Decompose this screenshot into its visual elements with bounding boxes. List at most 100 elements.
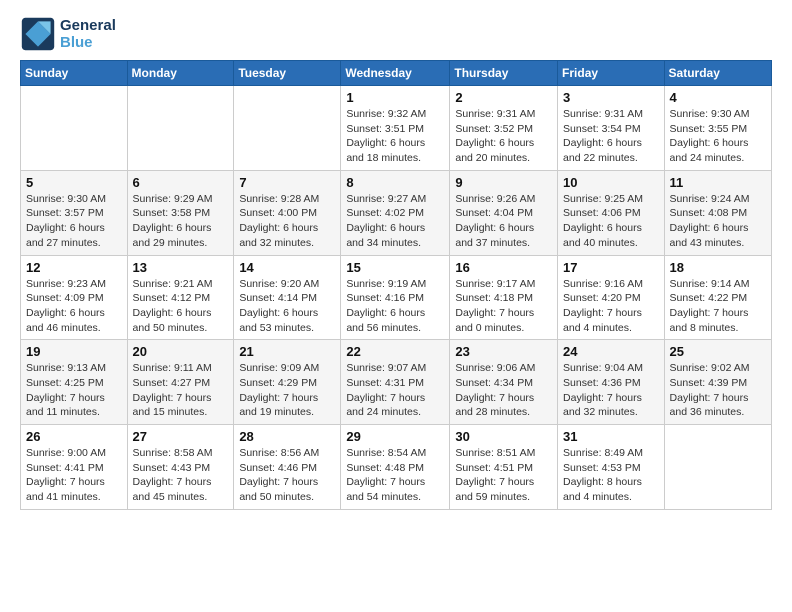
calendar-cell: 19 Sunrise: 9:13 AMSunset: 4:25 PMDayligh… bbox=[21, 340, 128, 425]
day-info: Sunrise: 9:13 AMSunset: 4:25 PMDaylight:… bbox=[26, 361, 122, 420]
page: General Blue SundayMondayTuesdayWednesda… bbox=[0, 0, 792, 530]
day-number: 10 bbox=[563, 175, 659, 190]
day-number: 7 bbox=[239, 175, 335, 190]
day-number: 30 bbox=[455, 429, 552, 444]
calendar-cell: 29 Sunrise: 8:54 AMSunset: 4:48 PMDayligh… bbox=[341, 425, 450, 510]
calendar-cell: 5 Sunrise: 9:30 AMSunset: 3:57 PMDaylight… bbox=[21, 170, 128, 255]
calendar-cell: 24Sunrise: 9:04 AMSunset: 4:36 PMDayligh… bbox=[558, 340, 665, 425]
calendar-cell: 8 Sunrise: 9:27 AMSunset: 4:02 PMDaylight… bbox=[341, 170, 450, 255]
calendar-header: SundayMondayTuesdayWednesdayThursdayFrid… bbox=[21, 61, 772, 86]
day-number: 6 bbox=[133, 175, 229, 190]
day-info: Sunrise: 8:58 AMSunset: 4:43 PMDaylight:… bbox=[133, 446, 229, 505]
calendar-cell: 4 Sunrise: 9:30 AMSunset: 3:55 PMDaylight… bbox=[664, 86, 771, 171]
week-row-4: 26Sunrise: 9:00 AMSunset: 4:41 PMDayligh… bbox=[21, 425, 772, 510]
day-info: Sunrise: 9:20 AMSunset: 4:14 PMDaylight:… bbox=[239, 277, 335, 336]
calendar-cell bbox=[234, 86, 341, 171]
calendar-cell bbox=[127, 86, 234, 171]
day-number: 12 bbox=[26, 260, 122, 275]
day-info: Sunrise: 9:30 AMSunset: 3:57 PMDaylight:… bbox=[26, 192, 122, 251]
day-info: Sunrise: 9:06 AMSunset: 4:34 PMDaylight:… bbox=[455, 361, 552, 420]
day-info: Sunrise: 8:54 AMSunset: 4:48 PMDaylight:… bbox=[346, 446, 444, 505]
day-number: 19 bbox=[26, 344, 122, 359]
day-info: Sunrise: 9:21 AMSunset: 4:12 PMDaylight:… bbox=[133, 277, 229, 336]
calendar-cell: 30 Sunrise: 8:51 AMSunset: 4:51 PMDayligh… bbox=[450, 425, 558, 510]
day-info: Sunrise: 9:07 AMSunset: 4:31 PMDaylight:… bbox=[346, 361, 444, 420]
weekday-header-thursday: Thursday bbox=[450, 61, 558, 86]
calendar-cell: 21Sunrise: 9:09 AMSunset: 4:29 PMDayligh… bbox=[234, 340, 341, 425]
day-info: Sunrise: 9:11 AMSunset: 4:27 PMDaylight:… bbox=[133, 361, 229, 420]
day-number: 15 bbox=[346, 260, 444, 275]
calendar-cell: 12 Sunrise: 9:23 AMSunset: 4:09 PMDayligh… bbox=[21, 255, 128, 340]
calendar-cell: 20Sunrise: 9:11 AMSunset: 4:27 PMDayligh… bbox=[127, 340, 234, 425]
weekday-header-friday: Friday bbox=[558, 61, 665, 86]
day-info: Sunrise: 9:28 AMSunset: 4:00 PMDaylight:… bbox=[239, 192, 335, 251]
weekday-row: SundayMondayTuesdayWednesdayThursdayFrid… bbox=[21, 61, 772, 86]
day-number: 8 bbox=[346, 175, 444, 190]
week-row-0: 1 Sunrise: 9:32 AMSunset: 3:51 PMDaylight… bbox=[21, 86, 772, 171]
day-info: Sunrise: 9:31 AMSunset: 3:54 PMDaylight:… bbox=[563, 107, 659, 166]
day-number: 4 bbox=[670, 90, 766, 105]
day-info: Sunrise: 8:51 AMSunset: 4:51 PMDaylight:… bbox=[455, 446, 552, 505]
calendar-cell bbox=[21, 86, 128, 171]
day-number: 31 bbox=[563, 429, 659, 444]
day-number: 24 bbox=[563, 344, 659, 359]
weekday-header-tuesday: Tuesday bbox=[234, 61, 341, 86]
day-info: Sunrise: 9:24 AMSunset: 4:08 PMDaylight:… bbox=[670, 192, 766, 251]
calendar-cell: 18 Sunrise: 9:14 AMSunset: 4:22 PMDayligh… bbox=[664, 255, 771, 340]
calendar-cell: 14 Sunrise: 9:20 AMSunset: 4:14 PMDayligh… bbox=[234, 255, 341, 340]
day-number: 5 bbox=[26, 175, 122, 190]
weekday-header-wednesday: Wednesday bbox=[341, 61, 450, 86]
week-row-3: 19 Sunrise: 9:13 AMSunset: 4:25 PMDayligh… bbox=[21, 340, 772, 425]
day-info: Sunrise: 8:49 AMSunset: 4:53 PMDaylight:… bbox=[563, 446, 659, 505]
calendar-cell: 11Sunrise: 9:24 AMSunset: 4:08 PMDayligh… bbox=[664, 170, 771, 255]
day-info: Sunrise: 9:32 AMSunset: 3:51 PMDaylight:… bbox=[346, 107, 444, 166]
day-number: 14 bbox=[239, 260, 335, 275]
calendar-cell: 26Sunrise: 9:00 AMSunset: 4:41 PMDayligh… bbox=[21, 425, 128, 510]
calendar-cell: 15Sunrise: 9:19 AMSunset: 4:16 PMDayligh… bbox=[341, 255, 450, 340]
weekday-header-sunday: Sunday bbox=[21, 61, 128, 86]
day-number: 2 bbox=[455, 90, 552, 105]
day-number: 1 bbox=[346, 90, 444, 105]
day-info: Sunrise: 9:26 AMSunset: 4:04 PMDaylight:… bbox=[455, 192, 552, 251]
day-info: Sunrise: 9:27 AMSunset: 4:02 PMDaylight:… bbox=[346, 192, 444, 251]
day-info: Sunrise: 8:56 AMSunset: 4:46 PMDaylight:… bbox=[239, 446, 335, 505]
day-info: Sunrise: 9:00 AMSunset: 4:41 PMDaylight:… bbox=[26, 446, 122, 505]
day-number: 28 bbox=[239, 429, 335, 444]
calendar-cell: 10 Sunrise: 9:25 AMSunset: 4:06 PMDayligh… bbox=[558, 170, 665, 255]
day-number: 18 bbox=[670, 260, 766, 275]
calendar-cell: 1 Sunrise: 9:32 AMSunset: 3:51 PMDaylight… bbox=[341, 86, 450, 171]
calendar-body: 1 Sunrise: 9:32 AMSunset: 3:51 PMDaylight… bbox=[21, 86, 772, 510]
day-info: Sunrise: 9:02 AMSunset: 4:39 PMDaylight:… bbox=[670, 361, 766, 420]
logo-text: General Blue bbox=[60, 17, 116, 52]
header: General Blue bbox=[20, 16, 772, 52]
calendar-cell: 31 Sunrise: 8:49 AMSunset: 4:53 PMDayligh… bbox=[558, 425, 665, 510]
day-info: Sunrise: 9:29 AMSunset: 3:58 PMDaylight:… bbox=[133, 192, 229, 251]
calendar-cell bbox=[664, 425, 771, 510]
week-row-1: 5 Sunrise: 9:30 AMSunset: 3:57 PMDaylight… bbox=[21, 170, 772, 255]
day-number: 16 bbox=[455, 260, 552, 275]
calendar-table: SundayMondayTuesdayWednesdayThursdayFrid… bbox=[20, 60, 772, 510]
day-number: 23 bbox=[455, 344, 552, 359]
day-info: Sunrise: 9:30 AMSunset: 3:55 PMDaylight:… bbox=[670, 107, 766, 166]
calendar-cell: 23 Sunrise: 9:06 AMSunset: 4:34 PMDayligh… bbox=[450, 340, 558, 425]
day-number: 9 bbox=[455, 175, 552, 190]
day-number: 3 bbox=[563, 90, 659, 105]
weekday-header-monday: Monday bbox=[127, 61, 234, 86]
day-number: 27 bbox=[133, 429, 229, 444]
day-number: 21 bbox=[239, 344, 335, 359]
day-info: Sunrise: 9:25 AMSunset: 4:06 PMDaylight:… bbox=[563, 192, 659, 251]
day-info: Sunrise: 9:23 AMSunset: 4:09 PMDaylight:… bbox=[26, 277, 122, 336]
day-number: 17 bbox=[563, 260, 659, 275]
logo: General Blue bbox=[20, 16, 116, 52]
calendar-cell: 25 Sunrise: 9:02 AMSunset: 4:39 PMDayligh… bbox=[664, 340, 771, 425]
day-number: 25 bbox=[670, 344, 766, 359]
calendar-cell: 16 Sunrise: 9:17 AMSunset: 4:18 PMDayligh… bbox=[450, 255, 558, 340]
calendar-cell: 7 Sunrise: 9:28 AMSunset: 4:00 PMDaylight… bbox=[234, 170, 341, 255]
day-info: Sunrise: 9:31 AMSunset: 3:52 PMDaylight:… bbox=[455, 107, 552, 166]
day-number: 29 bbox=[346, 429, 444, 444]
calendar-cell: 9 Sunrise: 9:26 AMSunset: 4:04 PMDaylight… bbox=[450, 170, 558, 255]
day-info: Sunrise: 9:17 AMSunset: 4:18 PMDaylight:… bbox=[455, 277, 552, 336]
calendar-cell: 27 Sunrise: 8:58 AMSunset: 4:43 PMDayligh… bbox=[127, 425, 234, 510]
day-number: 13 bbox=[133, 260, 229, 275]
day-info: Sunrise: 9:14 AMSunset: 4:22 PMDaylight:… bbox=[670, 277, 766, 336]
